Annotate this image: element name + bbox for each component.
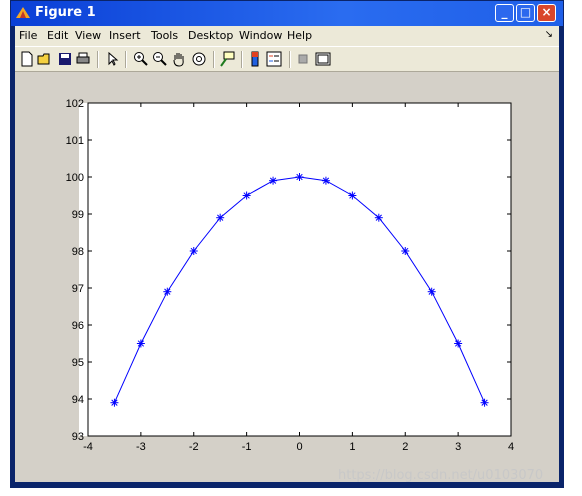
data-point-marker — [110, 398, 119, 407]
data-point-marker — [321, 176, 330, 185]
data-point-marker — [295, 173, 304, 181]
x-tick-label: -2 — [189, 441, 199, 453]
x-tick-label: 2 — [402, 441, 408, 453]
y-tick-label: 94 — [72, 394, 84, 406]
x-tick-label: -4 — [83, 441, 93, 453]
y-tick-label: 101 — [66, 135, 84, 147]
plot-axes[interactable]: -4 -3 -2 -1 0 1 2 3 4 93 94 95 96 97 98 99 100 101 102 — [0, 0, 582, 496]
axes-box — [87, 102, 512, 437]
y-tick-label: 98 — [72, 246, 84, 258]
data-point-marker — [163, 287, 172, 296]
y-tick-label: 95 — [72, 357, 84, 369]
x-tick-label: -1 — [242, 441, 252, 453]
data-point-marker — [136, 339, 145, 348]
y-tick-label: 100 — [66, 172, 84, 184]
x-tick-label: 0 — [296, 441, 302, 453]
data-point-marker — [189, 247, 198, 255]
y-tick-label: 96 — [72, 320, 84, 332]
data-point-marker — [454, 339, 463, 348]
data-point-marker — [348, 191, 357, 200]
y-tick-label: 93 — [72, 431, 84, 443]
data-point-marker — [480, 398, 489, 407]
data-point-marker — [427, 287, 436, 296]
x-tick-label: 1 — [349, 441, 355, 453]
data-point-marker — [401, 247, 410, 255]
watermark-text: https://blog.csdn.net/u0103070 — [338, 468, 544, 483]
data-point-marker — [242, 191, 251, 200]
data-point-marker — [216, 213, 225, 222]
y-tick-label: 102 — [66, 98, 84, 110]
y-tick-label: 97 — [72, 283, 84, 295]
data-point-marker — [269, 176, 278, 185]
data-point-marker — [374, 213, 383, 222]
y-tick-label: 99 — [72, 209, 84, 221]
x-tick-label: 3 — [455, 441, 461, 453]
x-tick-label: -3 — [136, 441, 146, 453]
x-tick-label: 4 — [508, 441, 514, 453]
